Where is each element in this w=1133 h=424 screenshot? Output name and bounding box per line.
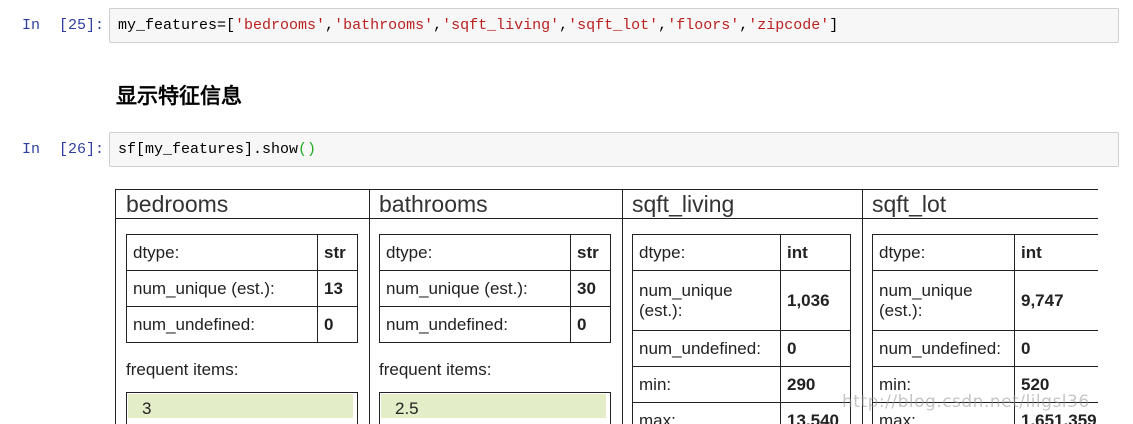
stat-value: int bbox=[781, 235, 851, 271]
stat-label: num_undefined: bbox=[873, 331, 1015, 367]
frequent-item: 3 bbox=[142, 399, 151, 419]
stats-row: num_unique (est.):1,036 bbox=[633, 271, 851, 331]
code-string: 'floors' bbox=[667, 17, 739, 34]
stats-row: num_unique (est.):13 bbox=[127, 271, 358, 307]
column-sqft-living: sqft_living dtype:int num_unique (est.):… bbox=[622, 190, 863, 424]
code-string: 'sqft_lot' bbox=[568, 17, 658, 34]
column-bathrooms: bathrooms dtype:str num_unique (est.):30… bbox=[369, 190, 623, 424]
stat-value: 0 bbox=[1015, 331, 1099, 367]
markdown-heading: 显示特征信息 bbox=[116, 80, 242, 110]
stat-label: num_undefined: bbox=[127, 307, 318, 343]
stat-label: max: bbox=[633, 403, 781, 424]
sframe-summary-output: bedrooms dtype:str num_unique (est.):13 … bbox=[115, 189, 1098, 424]
stats-row: dtype:str bbox=[380, 235, 611, 271]
stat-label: num_undefined: bbox=[380, 307, 571, 343]
stat-value: 30 bbox=[571, 271, 611, 307]
stats-row: num_undefined:0 bbox=[633, 331, 851, 367]
stats-row: dtype:int bbox=[633, 235, 851, 271]
column-bedrooms: bedrooms dtype:str num_unique (est.):13 … bbox=[116, 190, 370, 424]
code-string: 'sqft_living' bbox=[442, 17, 559, 34]
frequent-items-label: frequent items: bbox=[379, 360, 491, 380]
prompt-number: [26]: bbox=[59, 141, 104, 158]
code-text: , bbox=[739, 17, 748, 34]
code-text: , bbox=[559, 17, 568, 34]
stat-label: num_unique (est.): bbox=[873, 271, 1015, 331]
stat-label: num_unique (est.): bbox=[127, 271, 318, 307]
code-text: , bbox=[325, 17, 334, 34]
stat-label: dtype: bbox=[127, 235, 318, 271]
stat-label: num_undefined: bbox=[633, 331, 781, 367]
column-sqft-lot: sqft_lot dtype:int num_unique (est.):9,7… bbox=[862, 190, 1098, 424]
code-text: my_features=[ bbox=[118, 17, 235, 34]
code-text: , bbox=[433, 17, 442, 34]
stats-row: dtype:str bbox=[127, 235, 358, 271]
stat-value: 9,747 bbox=[1015, 271, 1099, 331]
frequent-items-list: 3 bbox=[126, 392, 358, 424]
stats-row: num_unique (est.):9,747 bbox=[873, 271, 1099, 331]
stats-row: max:13,540 bbox=[633, 403, 851, 424]
frequent-item: 2.5 bbox=[395, 399, 419, 419]
code-text: sf[my_features].show bbox=[118, 141, 298, 158]
column-title: sqft_living bbox=[622, 190, 862, 219]
code-string: 'bathrooms' bbox=[334, 17, 433, 34]
stat-value: str bbox=[318, 235, 358, 271]
stats-table: dtype:str num_unique (est.):30 num_undef… bbox=[379, 234, 611, 343]
stats-row: num_undefined:0 bbox=[127, 307, 358, 343]
frequency-bar bbox=[128, 394, 353, 418]
column-title: sqft_lot bbox=[862, 190, 1098, 219]
code-text: , bbox=[658, 17, 667, 34]
stat-value: 0 bbox=[571, 307, 611, 343]
code-text: ] bbox=[829, 17, 838, 34]
prompt-number: [25]: bbox=[59, 17, 104, 34]
frequent-items-list: 2.5 bbox=[379, 392, 611, 424]
stats-table: dtype:int num_unique (est.):1,036 num_un… bbox=[632, 234, 851, 424]
stat-value: int bbox=[1015, 235, 1099, 271]
frequent-items-label: frequent items: bbox=[126, 360, 238, 380]
stats-row: num_unique (est.):30 bbox=[380, 271, 611, 307]
prompt-in: In bbox=[22, 141, 40, 158]
stat-value: str bbox=[571, 235, 611, 271]
code-paren: () bbox=[298, 141, 316, 158]
stats-row: num_undefined:0 bbox=[873, 331, 1099, 367]
watermark: http://blog.csdn.net/lilgsl36 bbox=[842, 392, 1090, 412]
stat-value: 1,036 bbox=[781, 271, 851, 331]
stat-value: 0 bbox=[781, 331, 851, 367]
stats-row: min:290 bbox=[633, 367, 851, 403]
stats-row: num_undefined:0 bbox=[380, 307, 611, 343]
stat-value: 0 bbox=[318, 307, 358, 343]
stat-value: 290 bbox=[781, 367, 851, 403]
stat-value: 13,540 bbox=[781, 403, 851, 424]
stats-row: dtype:int bbox=[873, 235, 1099, 271]
column-title: bathrooms bbox=[369, 190, 622, 219]
stat-label: dtype: bbox=[380, 235, 571, 271]
stat-label: min: bbox=[633, 367, 781, 403]
stats-table: dtype:str num_unique (est.):13 num_undef… bbox=[126, 234, 358, 343]
column-title: bedrooms bbox=[116, 190, 369, 219]
stat-value: 13 bbox=[318, 271, 358, 307]
stat-label: dtype: bbox=[633, 235, 781, 271]
cell-26-code-input[interactable]: sf[my_features].show() bbox=[109, 132, 1119, 167]
code-string: 'bedrooms' bbox=[235, 17, 325, 34]
stat-label: num_unique (est.): bbox=[633, 271, 781, 331]
stat-label: dtype: bbox=[873, 235, 1015, 271]
prompt-in: In bbox=[22, 17, 40, 34]
stat-label: num_unique (est.): bbox=[380, 271, 571, 307]
code-string: 'zipcode' bbox=[748, 17, 829, 34]
cell-25-code-input[interactable]: my_features=['bedrooms','bathrooms','sqf… bbox=[109, 8, 1119, 43]
